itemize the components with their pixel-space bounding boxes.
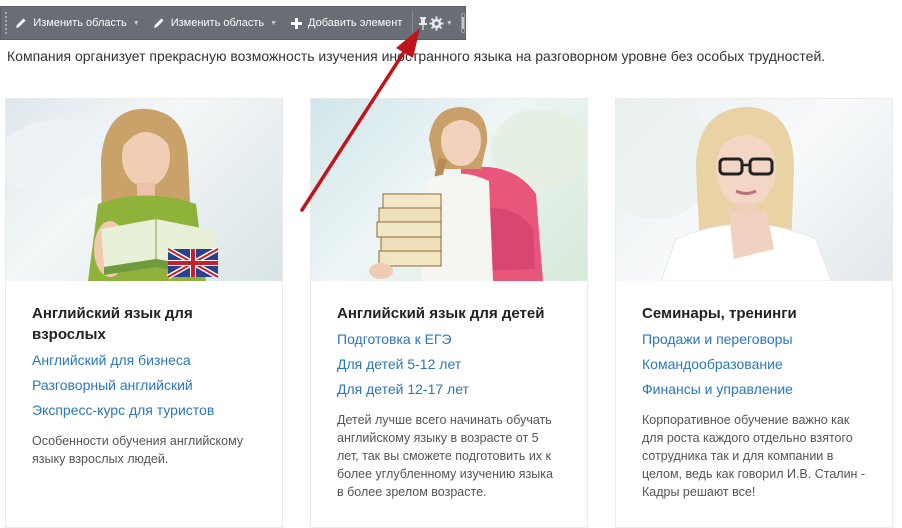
course-image-kids xyxy=(311,99,587,281)
toolbar-collapse-handle[interactable] xyxy=(460,13,465,33)
edit-toolbar: Изменить область ▼ Изменить область ▼ До… xyxy=(0,6,466,40)
course-image-seminars xyxy=(616,99,892,281)
intro-text: Компания организует прекрасную возможнос… xyxy=(7,48,826,64)
card-link[interactable]: Продажи и переговоры xyxy=(642,330,866,348)
card-link[interactable]: Английский для бизнеса xyxy=(32,351,256,369)
edit-area-button-2[interactable]: Изменить область ▼ xyxy=(146,7,283,39)
card-link[interactable]: Для детей 5-12 лет xyxy=(337,355,561,373)
add-element-button[interactable]: Добавить элемент xyxy=(283,7,408,39)
card-link[interactable]: Разговорный английский xyxy=(32,376,256,394)
card-link[interactable]: Финансы и управление xyxy=(642,380,866,398)
pin-icon[interactable] xyxy=(417,7,429,39)
card-description: Корпоративное обучение важно как для рос… xyxy=(642,413,866,499)
gear-icon[interactable] xyxy=(429,7,444,39)
card-link[interactable]: Для детей 12-17 лет xyxy=(337,380,561,398)
card-description: Детей лучше всего начинать обучать англи… xyxy=(337,413,553,499)
chevron-down-icon[interactable]: ▼ xyxy=(133,20,140,27)
add-element-label: Добавить элемент xyxy=(308,17,403,29)
chevron-down-icon[interactable]: ▼ xyxy=(270,20,277,27)
pencil-icon xyxy=(152,16,166,30)
course-card-seminars: Семинары, тренинги Продажи и переговоры … xyxy=(615,98,893,528)
card-link[interactable]: Командообразование xyxy=(642,355,866,373)
course-card-kids: Английский язык для детей Подготовка к Е… xyxy=(310,98,588,528)
card-title: Английский язык для взрослых xyxy=(32,305,193,343)
card-title: Семинары, тренинги xyxy=(642,305,797,322)
card-link[interactable]: Экспресс-курс для туристов xyxy=(32,401,256,419)
pencil-icon xyxy=(14,16,28,30)
card-description: Особенности обучения английскому языку в… xyxy=(32,434,244,466)
plus-icon xyxy=(289,16,303,30)
toolbar-divider xyxy=(412,11,413,35)
chevron-down-icon[interactable]: ▼ xyxy=(446,20,453,27)
card-title: Английский язык для детей xyxy=(337,305,545,322)
edit-area-label-2: Изменить область xyxy=(170,17,265,29)
edit-area-button-1[interactable]: Изменить область ▼ xyxy=(8,7,145,39)
edit-area-label-1: Изменить область xyxy=(33,17,127,29)
course-card-adults: Английский язык для взрослых Английский … xyxy=(5,98,283,528)
card-link[interactable]: Подготовка к ЕГЭ xyxy=(337,330,561,348)
course-image-adults xyxy=(6,99,282,281)
